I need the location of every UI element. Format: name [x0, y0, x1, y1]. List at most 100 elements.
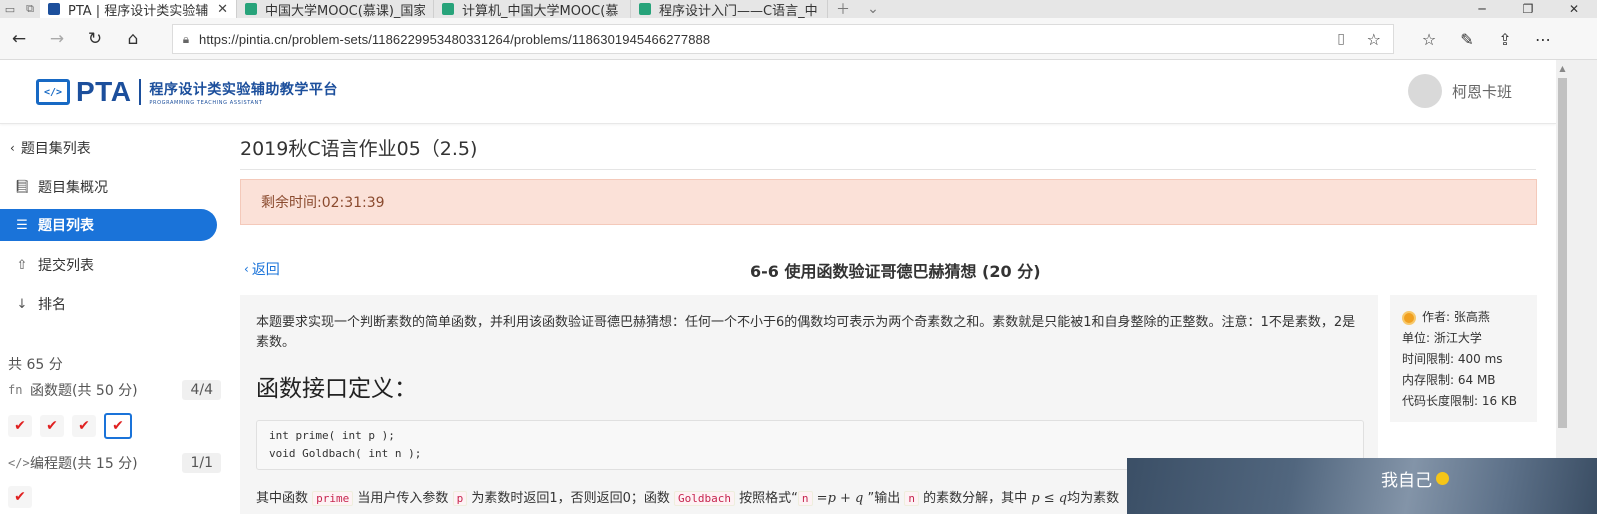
new-tab-icon[interactable]: ＋ [828, 0, 858, 18]
tab-preview-icon[interactable]: ⧉ [20, 0, 40, 18]
sidebar-item-overview[interactable]: 📘︎ 题目集概况 [0, 171, 217, 203]
sidebar-item-submissions[interactable]: ⇧ 提交列表 [0, 249, 217, 281]
time-limit: 时间限制: 400 ms [1402, 352, 1503, 366]
mooc-favicon-icon [245, 3, 257, 15]
sidebar: ‹ 题目集列表 📘︎ 题目集概况 ☰ 题目列表 ⇧ 提交列表 ↓ 排名 共 65… [0, 124, 225, 514]
chevron-down-icon[interactable]: ⌄ [858, 0, 888, 18]
sidebar-item-problems[interactable]: ☰ 题目列表 [0, 209, 217, 241]
inline-code: n [797, 491, 813, 506]
avatar[interactable] [1408, 74, 1442, 108]
sidebar-item-ranking[interactable]: ↓ 排名 [0, 288, 217, 320]
share-icon[interactable]: ⇪ [1486, 30, 1524, 49]
tab-label: 中国大学MOOC(慕课)_国家 [265, 3, 425, 19]
back-label: 返回 [251, 262, 280, 278]
site-header: </> PTA 程序设计类实验辅助教学平台 PROGRAMMING TEACHI… [0, 60, 1556, 124]
badge-icon [1436, 472, 1449, 485]
text: 其中函数 [256, 491, 309, 506]
group-label: 编程题(共 15 分) [30, 456, 138, 472]
more-icon[interactable]: ⋯ [1524, 30, 1562, 49]
back-arrow-icon[interactable]: ← [0, 23, 38, 55]
browser-tab-3[interactable]: 程序设计入门——C语言_中 [631, 0, 828, 18]
home-icon[interactable]: ⌂ [114, 23, 152, 55]
problem-check-1[interactable]: ✔ [8, 415, 32, 437]
scroll-thumb[interactable] [1558, 78, 1567, 428]
close-icon[interactable]: ✕ [217, 2, 228, 17]
function-icon: fn [8, 383, 23, 397]
favorite-star-icon[interactable]: ☆ [1367, 30, 1381, 49]
group-count: 1/1 [182, 453, 221, 473]
page-scrollbar[interactable]: ▲ [1556, 60, 1597, 514]
reading-view-icon[interactable]: ▯ [1337, 31, 1345, 47]
author: 作者: 张高燕 [1422, 310, 1490, 324]
forward-arrow-icon[interactable]: → [38, 23, 76, 55]
group-programming-problems[interactable]: </> 编程题(共 15 分) 1/1 [8, 453, 221, 473]
code-line: int prime( int p ); [269, 429, 395, 442]
tab-label: 计算机_中国大学MOOC(慕 [462, 3, 619, 19]
group-label: 函数题(共 50 分) [30, 383, 138, 399]
back-link[interactable]: ‹ 返回 [244, 259, 280, 279]
user-name[interactable]: 柯恩卡班 [1452, 81, 1512, 102]
score-total: 共 65 分 [8, 357, 63, 373]
floating-widget[interactable]: 我自己 [1127, 458, 1597, 514]
browser-tab-2[interactable]: 计算机_中国大学MOOC(慕 [434, 0, 631, 18]
sidebar-item-label: 题目集概况 [38, 180, 108, 196]
mooc-favicon-icon [442, 3, 454, 15]
problem-check-2[interactable]: ✔ [40, 415, 64, 437]
browser-tab-0[interactable]: PTA | 程序设计类实验辅 ✕ [40, 0, 237, 18]
user-menu[interactable]: 柯恩卡班 [1408, 74, 1512, 108]
remaining-time: 剩余时间:02:31:39 [261, 195, 385, 211]
logo-pta-text: PTA [76, 76, 132, 107]
text: 的素数分解，其中 [923, 491, 1028, 506]
minimize-icon[interactable]: ─ [1459, 0, 1505, 18]
browser-tab-strip: ▭ ⧉ PTA | 程序设计类实验辅 ✕ 中国大学MOOC(慕课)_国家 计算机… [0, 0, 1597, 18]
page-title: 2019秋C语言作业05（2.5) [240, 138, 478, 160]
programming-problem-checks: ✔ [8, 486, 40, 508]
sidebar-item-label: 题目列表 [38, 218, 94, 234]
memory-limit: 内存限制: 64 MB [1402, 373, 1496, 387]
group-count: 4/4 [182, 380, 221, 400]
tab-actions-icon[interactable]: ▭ [0, 0, 20, 18]
inline-code: Goldbach [674, 491, 736, 506]
book-icon: 📘︎ [13, 179, 31, 195]
pta-logo[interactable]: </> PTA 程序设计类实验辅助教学平台 PROGRAMMING TEACHI… [36, 76, 338, 108]
unit: 单位: 浙江大学 [1402, 331, 1482, 345]
text: 按照格式“ [739, 491, 798, 506]
restore-icon[interactable]: ❐ [1505, 0, 1551, 18]
function-problem-checks: ✔ ✔ ✔ ✔ [8, 413, 140, 439]
address-bar[interactable]: 🔒︎ https://pintia.cn/problem-sets/118622… [172, 24, 1394, 54]
pta-favicon-icon [48, 3, 60, 15]
refresh-icon[interactable]: ↻ [76, 23, 114, 55]
group-function-problems[interactable]: fn 函数题(共 50 分) 4/4 [8, 380, 221, 400]
code-length-limit: 代码长度限制: 16 KB [1402, 394, 1518, 408]
mooc-favicon-icon [639, 3, 651, 15]
favorites-list-icon[interactable]: ☆ [1410, 30, 1448, 49]
tab-label: PTA | 程序设计类实验辅 [68, 3, 209, 19]
scroll-up-icon[interactable]: ▲ [1556, 64, 1569, 73]
lock-icon[interactable]: 🔒︎ [173, 32, 199, 47]
browser-toolbar: ← → ↻ ⌂ 🔒︎ https://pintia.cn/problem-set… [0, 18, 1597, 60]
math-expression: =p + q [816, 491, 864, 506]
sidebar-back-link[interactable]: ‹ 题目集列表 [10, 138, 91, 158]
math-expression: p ≤ q [1031, 491, 1068, 506]
code-icon: </> [8, 456, 30, 470]
text: ”输出 [867, 491, 901, 506]
text: 均为素数 [1067, 491, 1120, 506]
url-text[interactable]: https://pintia.cn/problem-sets/118622995… [199, 32, 710, 47]
text: 为素数时返回1，否则返回0；函数 [471, 491, 670, 506]
window-close-icon[interactable]: ✕ [1551, 0, 1597, 18]
code-logo-icon: </> [36, 79, 70, 105]
pen-icon[interactable]: ✎ [1448, 30, 1486, 49]
floating-widget-label[interactable]: 我自己 [1381, 466, 1449, 491]
problem-check-4[interactable]: ✔ [104, 413, 132, 439]
tab-label: 程序设计入门——C语言_中 [659, 3, 818, 19]
text: 当用户传入参数 [357, 491, 449, 506]
sidebar-item-label: 排名 [38, 297, 66, 313]
logo-en-text: PROGRAMMING TEACHING ASSISTANT [149, 99, 263, 106]
remaining-time-banner: 剩余时间:02:31:39 [240, 179, 1537, 225]
logo-divider [139, 79, 142, 105]
browser-tab-1[interactable]: 中国大学MOOC(慕课)_国家 [237, 0, 434, 18]
chevron-left-icon: ‹ [10, 141, 15, 155]
problem-check-1[interactable]: ✔ [8, 486, 32, 508]
upload-icon: ⇧ [16, 257, 28, 273]
problem-check-3[interactable]: ✔ [72, 415, 96, 437]
